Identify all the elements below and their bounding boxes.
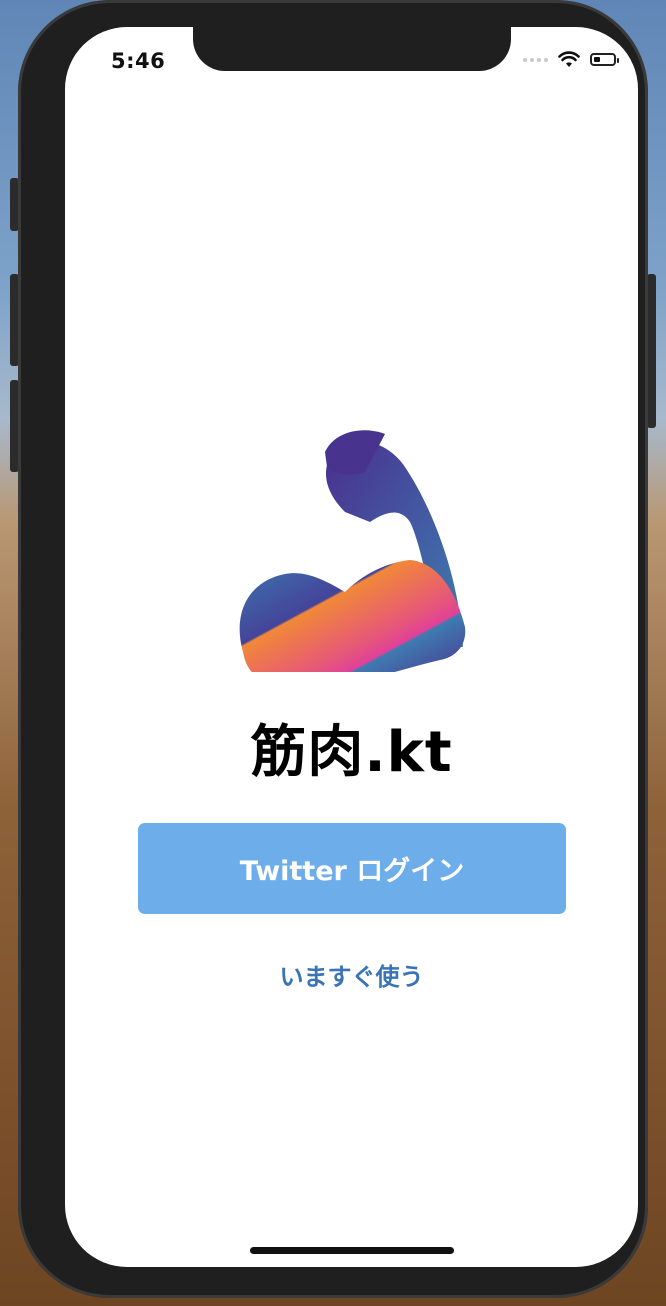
app-screen: 5:46 筋肉.kt Twitter ログイン いますぐ使う	[65, 27, 638, 1267]
flexed-arm-icon	[239, 430, 466, 672]
status-icons	[523, 51, 619, 68]
status-time: 5:46	[111, 49, 166, 73]
home-indicator[interactable]	[250, 1247, 454, 1254]
app-title: 筋肉.kt	[250, 720, 453, 785]
phone-frame: 5:46 筋肉.kt Twitter ログイン いますぐ使う	[18, 0, 648, 1298]
power-button	[647, 274, 656, 428]
use-now-link[interactable]: いますぐ使う	[65, 957, 638, 992]
signal-dots-icon	[523, 57, 548, 62]
wifi-icon	[558, 51, 580, 67]
notch	[193, 27, 511, 71]
battery-icon	[590, 53, 619, 66]
twitter-login-button[interactable]: Twitter ログイン	[138, 823, 566, 914]
